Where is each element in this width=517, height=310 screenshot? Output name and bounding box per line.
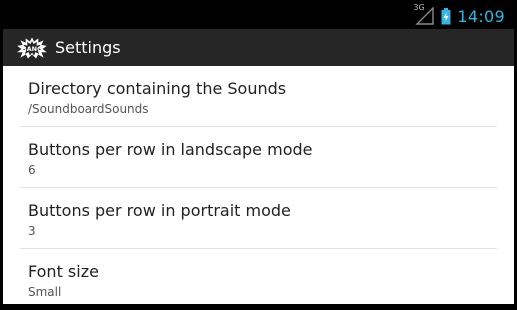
pref-summary: Small (28, 285, 62, 299)
pref-font-size[interactable]: Font size Small (3, 249, 514, 304)
pref-buttons-landscape[interactable]: Buttons per row in landscape mode 6 (3, 127, 514, 188)
signal-icon: 3G (413, 3, 435, 25)
pref-title: Font size (28, 262, 99, 281)
bottom-edge (3, 304, 514, 310)
pref-summary: 3 (28, 224, 36, 238)
settings-list: Directory containing the Sounds /Soundbo… (3, 66, 514, 304)
clock: 14:09 (457, 6, 505, 26)
pref-summary: 6 (28, 163, 36, 177)
pref-title: Buttons per row in portrait mode (28, 201, 291, 220)
pref-buttons-portrait[interactable]: Buttons per row in portrait mode 3 (3, 188, 514, 249)
pref-title: Buttons per row in landscape mode (28, 140, 313, 159)
network-type-label: 3G (413, 3, 425, 12)
battery-charging-icon (441, 7, 451, 25)
pref-sounds-directory[interactable]: Directory containing the Sounds /Soundbo… (3, 66, 514, 127)
action-bar: BANG Settings (3, 29, 514, 66)
pref-summary: /SoundboardSounds (28, 102, 149, 116)
status-icons: 3G 14:09 (413, 3, 505, 26)
page-title: Settings (55, 38, 121, 57)
bang-app-icon[interactable]: BANG (17, 36, 47, 59)
svg-text:BANG: BANG (22, 45, 43, 53)
pref-title: Directory containing the Sounds (28, 79, 287, 98)
screen: 3G 14:09 BANG Settings Directory contain… (0, 0, 517, 310)
status-bar: 3G 14:09 (0, 0, 517, 29)
